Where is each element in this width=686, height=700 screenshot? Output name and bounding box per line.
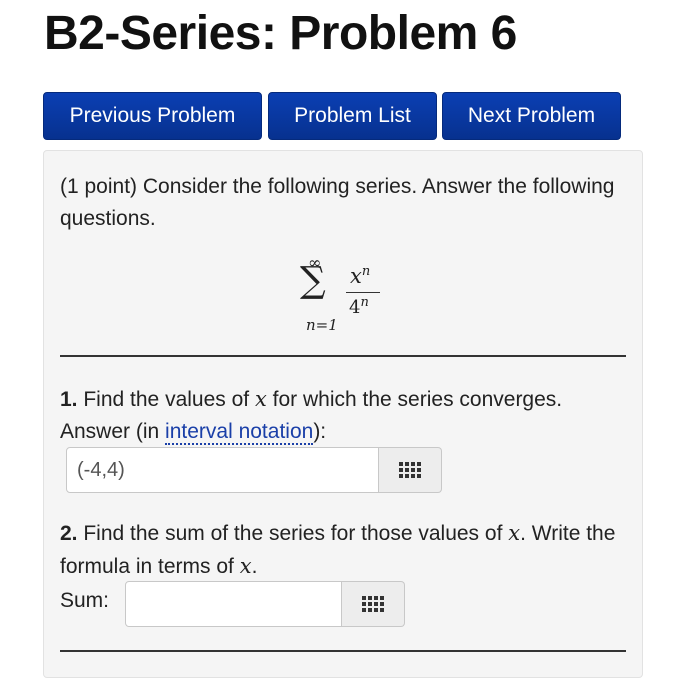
previous-problem-button[interactable]: Previous Problem	[43, 92, 262, 140]
question-text: for which the series converges.	[272, 388, 563, 411]
question-text: Find the values of	[83, 388, 250, 411]
question-2: 2. Find the sum of the series for those …	[60, 517, 628, 583]
problem-panel: (1 point) Consider the following series.…	[43, 150, 643, 678]
answer-2-group	[125, 581, 405, 627]
question-1: 1. Find the values of x for which the se…	[60, 383, 628, 448]
points-label: (1 point)	[60, 175, 138, 198]
equation-palette-icon	[399, 462, 421, 478]
sum-input[interactable]	[125, 581, 342, 627]
problem-intro: (1 point) Consider the following series.…	[60, 171, 620, 235]
question-number: 1.	[60, 388, 78, 411]
question-text: .	[251, 555, 258, 578]
answer-prefix: Answer (in	[60, 420, 160, 443]
divider	[60, 355, 626, 357]
sum-lower-limit: n=1	[306, 316, 338, 334]
intro-text: Consider the following series. Answer th…	[60, 175, 615, 230]
interval-notation-help-link[interactable]: interval notation	[165, 420, 314, 445]
answer-1-input[interactable]	[66, 447, 379, 493]
answer-1-group	[66, 447, 442, 493]
sum-label: Sum:	[60, 589, 110, 612]
page-title: B2-Series: Problem 6	[44, 7, 517, 60]
equation-palette-icon	[362, 596, 384, 612]
math-variable: x	[254, 387, 267, 411]
question-number: 2.	[60, 522, 78, 545]
webwork-problem-page: B2-Series: Problem 6 Previous Problem Pr…	[0, 0, 686, 700]
equation-palette-button[interactable]	[379, 447, 442, 493]
sigma-symbol: ∑	[300, 260, 326, 301]
equation-palette-button[interactable]	[342, 581, 405, 627]
question-text: Find the sum of the series for those val…	[83, 522, 503, 545]
fraction-numerator: xn	[350, 264, 371, 288]
fraction-bar	[346, 292, 380, 293]
divider	[60, 650, 626, 652]
math-variable: x	[508, 521, 521, 545]
math-variable: x	[239, 554, 252, 578]
answer-suffix: ):	[313, 420, 327, 443]
next-problem-button[interactable]: Next Problem	[442, 92, 621, 140]
problem-list-button[interactable]: Problem List	[268, 92, 437, 140]
fraction-denominator: 4n	[349, 295, 369, 318]
